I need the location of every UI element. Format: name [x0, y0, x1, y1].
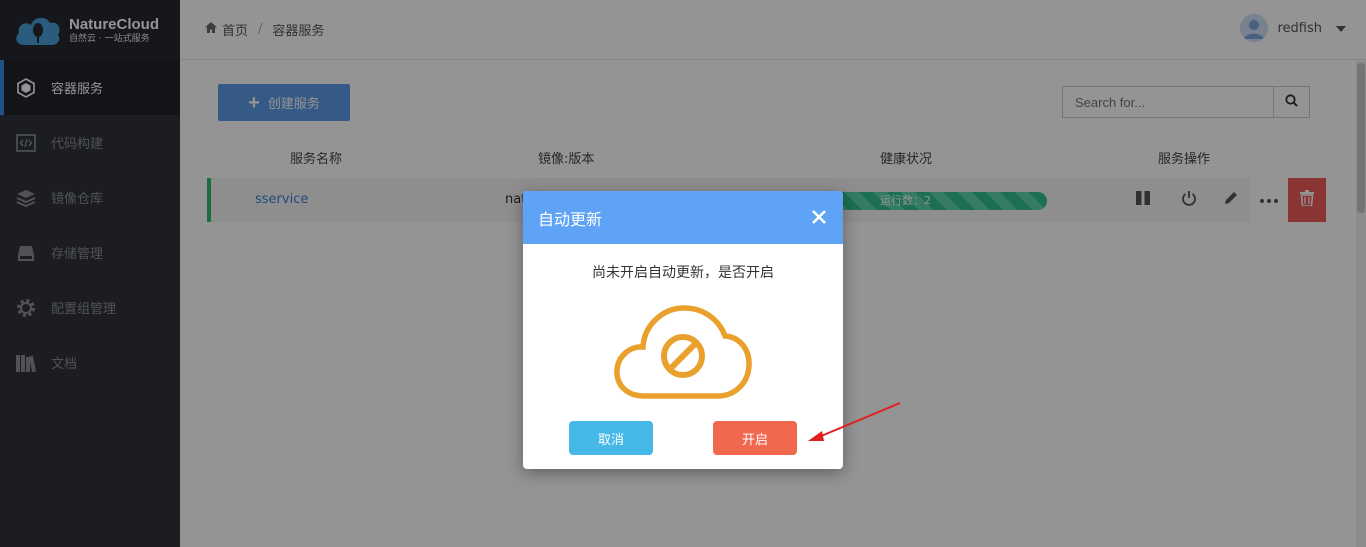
close-icon[interactable] — [808, 206, 830, 228]
auto-update-dialog: 自动更新 尚未开启自动更新，是否开启 取消 开启 — [523, 191, 843, 469]
cancel-button[interactable]: 取消 — [569, 421, 653, 455]
dialog-header: 自动更新 — [523, 191, 843, 244]
enable-button[interactable]: 开启 — [713, 421, 797, 455]
annotation-arrow-icon — [800, 395, 910, 450]
dialog-message: 尚未开启自动更新，是否开启 — [592, 265, 774, 281]
cloud-disabled-icon — [614, 304, 752, 402]
dialog-title: 自动更新 — [538, 209, 603, 229]
